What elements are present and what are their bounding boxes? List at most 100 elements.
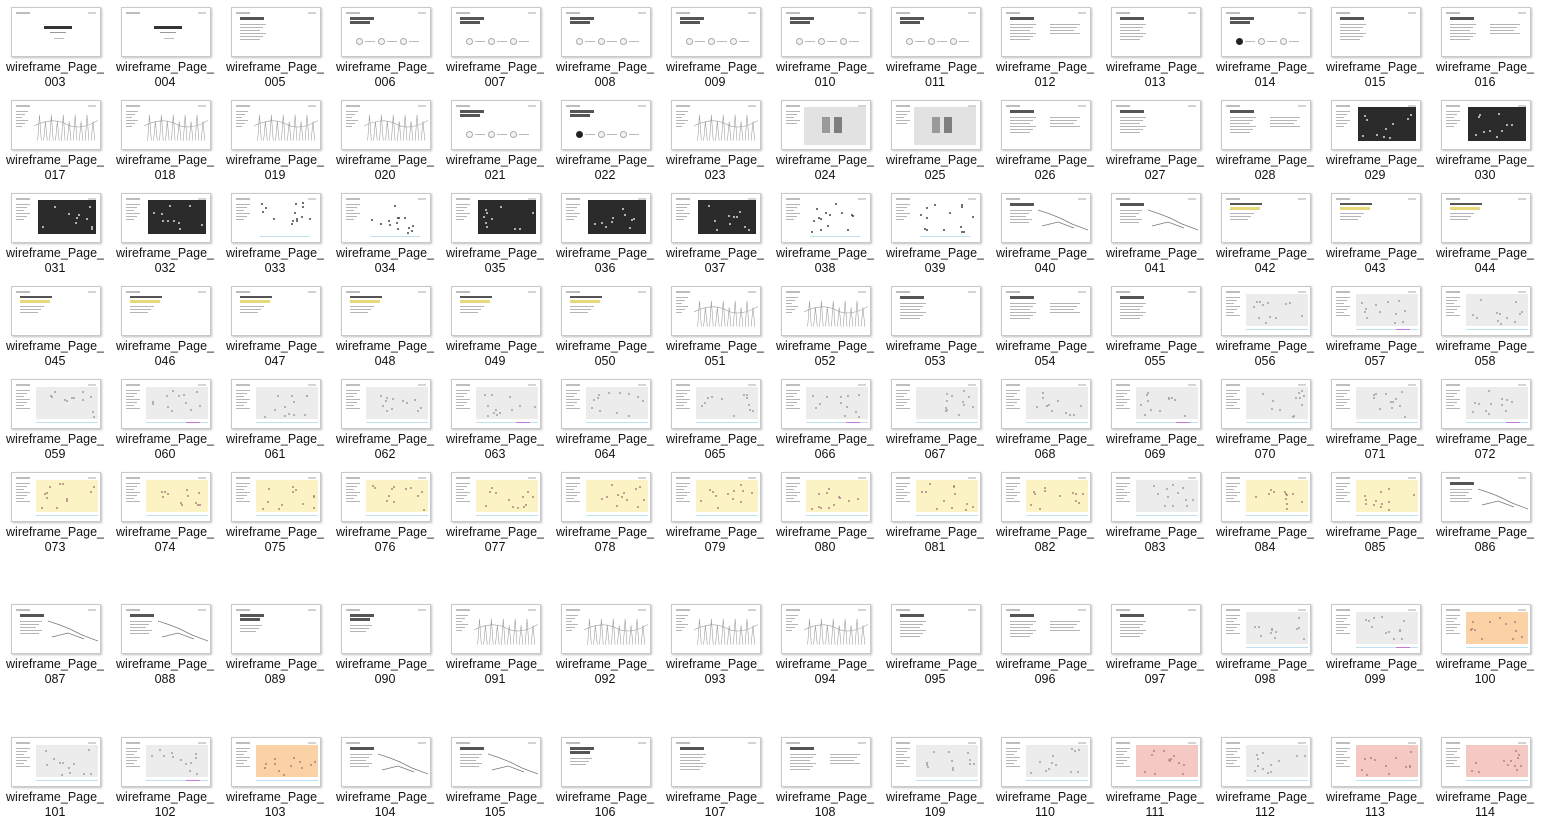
file-item[interactable]: wireframe_Page_ 104: [330, 737, 440, 819]
file-item[interactable]: wireframe_Page_ 033: [220, 193, 330, 275]
file-item[interactable]: wireframe_Page_ 078: [550, 472, 660, 554]
file-item[interactable]: wireframe_Page_ 021: [440, 100, 550, 182]
file-item[interactable]: wireframe_Page_ 016: [1430, 7, 1540, 89]
file-item[interactable]: wireframe_Page_ 023: [660, 100, 770, 182]
file-item[interactable]: wireframe_Page_ 014: [1210, 7, 1320, 89]
file-item[interactable]: wireframe_Page_ 058: [1430, 286, 1540, 368]
file-item[interactable]: wireframe_Page_ 110: [990, 737, 1100, 819]
file-item[interactable]: wireframe_Page_ 013: [1100, 7, 1210, 89]
file-item[interactable]: wireframe_Page_ 006: [330, 7, 440, 89]
file-item[interactable]: wireframe_Page_ 084: [1210, 472, 1320, 554]
file-item[interactable]: wireframe_Page_ 039: [880, 193, 990, 275]
file-item[interactable]: wireframe_Page_ 070: [1210, 379, 1320, 461]
file-item[interactable]: wireframe_Page_ 027: [1100, 100, 1210, 182]
file-item[interactable]: wireframe_Page_ 071: [1320, 379, 1430, 461]
file-item[interactable]: wireframe_Page_ 060: [110, 379, 220, 461]
file-item[interactable]: wireframe_Page_ 030: [1430, 100, 1540, 182]
file-item[interactable]: wireframe_Page_ 067: [880, 379, 990, 461]
file-item[interactable]: wireframe_Page_ 068: [990, 379, 1100, 461]
file-item[interactable]: wireframe_Page_ 034: [330, 193, 440, 275]
file-item[interactable]: wireframe_Page_ 091: [440, 604, 550, 686]
file-item[interactable]: wireframe_Page_ 003: [0, 7, 110, 89]
file-item[interactable]: wireframe_Page_ 049: [440, 286, 550, 368]
file-item[interactable]: wireframe_Page_ 042: [1210, 193, 1320, 275]
file-item[interactable]: wireframe_Page_ 073: [0, 472, 110, 554]
file-item[interactable]: wireframe_Page_ 109: [880, 737, 990, 819]
file-item[interactable]: wireframe_Page_ 025: [880, 100, 990, 182]
file-item[interactable]: wireframe_Page_ 004: [110, 7, 220, 89]
file-item[interactable]: wireframe_Page_ 038: [770, 193, 880, 275]
file-item[interactable]: wireframe_Page_ 045: [0, 286, 110, 368]
file-item[interactable]: wireframe_Page_ 107: [660, 737, 770, 819]
file-item[interactable]: wireframe_Page_ 092: [550, 604, 660, 686]
file-item[interactable]: wireframe_Page_ 108: [770, 737, 880, 819]
file-item[interactable]: wireframe_Page_ 057: [1320, 286, 1430, 368]
file-item[interactable]: wireframe_Page_ 095: [880, 604, 990, 686]
file-item[interactable]: wireframe_Page_ 065: [660, 379, 770, 461]
file-item[interactable]: wireframe_Page_ 051: [660, 286, 770, 368]
file-item[interactable]: wireframe_Page_ 022: [550, 100, 660, 182]
file-item[interactable]: wireframe_Page_ 097: [1100, 604, 1210, 686]
file-item[interactable]: wireframe_Page_ 099: [1320, 604, 1430, 686]
file-item[interactable]: wireframe_Page_ 075: [220, 472, 330, 554]
file-item[interactable]: wireframe_Page_ 072: [1430, 379, 1540, 461]
file-item[interactable]: wireframe_Page_ 031: [0, 193, 110, 275]
file-item[interactable]: wireframe_Page_ 044: [1430, 193, 1540, 275]
file-item[interactable]: wireframe_Page_ 040: [990, 193, 1100, 275]
file-item[interactable]: wireframe_Page_ 059: [0, 379, 110, 461]
file-item[interactable]: wireframe_Page_ 015: [1320, 7, 1430, 89]
file-item[interactable]: wireframe_Page_ 103: [220, 737, 330, 819]
file-item[interactable]: wireframe_Page_ 093: [660, 604, 770, 686]
file-item[interactable]: wireframe_Page_ 012: [990, 7, 1100, 89]
file-item[interactable]: wireframe_Page_ 007: [440, 7, 550, 89]
file-item[interactable]: wireframe_Page_ 064: [550, 379, 660, 461]
file-item[interactable]: wireframe_Page_ 043: [1320, 193, 1430, 275]
file-item[interactable]: wireframe_Page_ 053: [880, 286, 990, 368]
file-item[interactable]: wireframe_Page_ 083: [1100, 472, 1210, 554]
file-item[interactable]: wireframe_Page_ 066: [770, 379, 880, 461]
file-item[interactable]: wireframe_Page_ 111: [1100, 737, 1210, 819]
file-item[interactable]: wireframe_Page_ 089: [220, 604, 330, 686]
file-item[interactable]: wireframe_Page_ 018: [110, 100, 220, 182]
file-item[interactable]: wireframe_Page_ 082: [990, 472, 1100, 554]
file-item[interactable]: wireframe_Page_ 088: [110, 604, 220, 686]
file-item[interactable]: wireframe_Page_ 113: [1320, 737, 1430, 819]
file-item[interactable]: wireframe_Page_ 101: [0, 737, 110, 819]
file-item[interactable]: wireframe_Page_ 047: [220, 286, 330, 368]
file-item[interactable]: wireframe_Page_ 019: [220, 100, 330, 182]
file-item[interactable]: wireframe_Page_ 024: [770, 100, 880, 182]
file-item[interactable]: wireframe_Page_ 008: [550, 7, 660, 89]
file-item[interactable]: wireframe_Page_ 054: [990, 286, 1100, 368]
file-item[interactable]: wireframe_Page_ 028: [1210, 100, 1320, 182]
file-item[interactable]: wireframe_Page_ 017: [0, 100, 110, 182]
file-item[interactable]: wireframe_Page_ 061: [220, 379, 330, 461]
file-item[interactable]: wireframe_Page_ 048: [330, 286, 440, 368]
file-item[interactable]: wireframe_Page_ 076: [330, 472, 440, 554]
file-item[interactable]: wireframe_Page_ 074: [110, 472, 220, 554]
file-item[interactable]: wireframe_Page_ 032: [110, 193, 220, 275]
file-item[interactable]: wireframe_Page_ 096: [990, 604, 1100, 686]
file-item[interactable]: wireframe_Page_ 081: [880, 472, 990, 554]
file-item[interactable]: wireframe_Page_ 036: [550, 193, 660, 275]
file-item[interactable]: wireframe_Page_ 050: [550, 286, 660, 368]
file-item[interactable]: wireframe_Page_ 005: [220, 7, 330, 89]
file-item[interactable]: wireframe_Page_ 009: [660, 7, 770, 89]
file-item[interactable]: wireframe_Page_ 114: [1430, 737, 1540, 819]
file-item[interactable]: wireframe_Page_ 079: [660, 472, 770, 554]
file-item[interactable]: wireframe_Page_ 020: [330, 100, 440, 182]
file-item[interactable]: wireframe_Page_ 041: [1100, 193, 1210, 275]
file-item[interactable]: wireframe_Page_ 100: [1430, 604, 1540, 686]
file-item[interactable]: wireframe_Page_ 046: [110, 286, 220, 368]
file-item[interactable]: wireframe_Page_ 029: [1320, 100, 1430, 182]
file-item[interactable]: wireframe_Page_ 069: [1100, 379, 1210, 461]
file-item[interactable]: wireframe_Page_ 052: [770, 286, 880, 368]
file-item[interactable]: wireframe_Page_ 035: [440, 193, 550, 275]
file-item[interactable]: wireframe_Page_ 063: [440, 379, 550, 461]
file-item[interactable]: wireframe_Page_ 085: [1320, 472, 1430, 554]
file-item[interactable]: wireframe_Page_ 056: [1210, 286, 1320, 368]
file-item[interactable]: wireframe_Page_ 086: [1430, 472, 1540, 554]
file-item[interactable]: wireframe_Page_ 011: [880, 7, 990, 89]
file-item[interactable]: wireframe_Page_ 105: [440, 737, 550, 819]
file-item[interactable]: wireframe_Page_ 080: [770, 472, 880, 554]
file-item[interactable]: wireframe_Page_ 077: [440, 472, 550, 554]
